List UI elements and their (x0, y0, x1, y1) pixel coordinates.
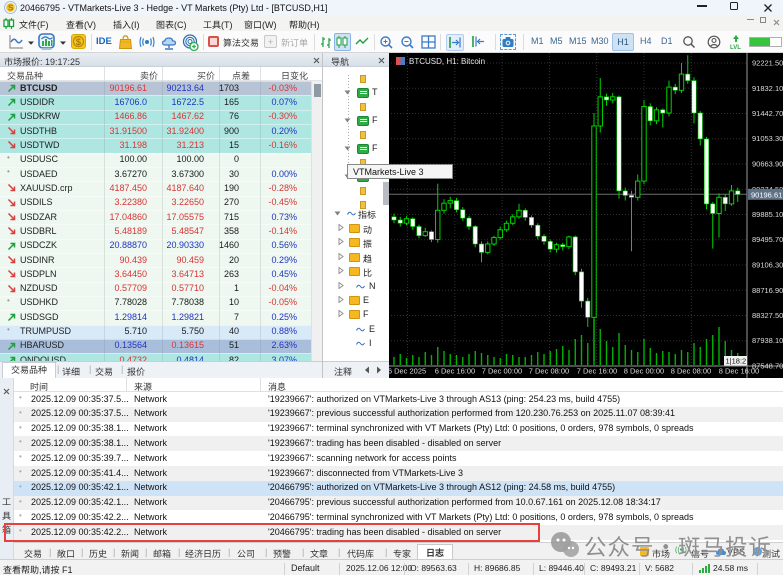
svg-text:88716.90: 88716.90 (752, 286, 783, 295)
svg-text:91442.70: 91442.70 (752, 109, 783, 118)
svg-text:1|18:2: 1|18:2 (726, 357, 747, 366)
svg-text:8 Dec 16:00: 8 Dec 16:00 (719, 367, 759, 376)
svg-text:8 Dec 00:00: 8 Dec 00:00 (624, 367, 664, 376)
svg-text:7 Dec 00:00: 7 Dec 00:00 (482, 367, 522, 376)
svg-text:91053.30: 91053.30 (752, 134, 783, 143)
svg-text:90663.90: 90663.90 (752, 160, 783, 169)
svg-text:8 Dec 08:00: 8 Dec 08:00 (671, 367, 711, 376)
svg-text:BTCUSD, H1: Bitcoin: BTCUSD, H1: Bitcoin (409, 57, 485, 66)
svg-text:S: S (8, 4, 14, 13)
svg-text:$: $ (76, 37, 82, 48)
svg-text:7 Dec 16:00: 7 Dec 16:00 (577, 367, 617, 376)
svg-text:92221.50: 92221.50 (752, 59, 783, 68)
svg-text:6 Dec 2025: 6 Dec 2025 (389, 367, 426, 376)
svg-text:89495.70: 89495.70 (752, 235, 783, 244)
svg-text:88327.50: 88327.50 (752, 311, 783, 320)
svg-text:89106.30: 89106.30 (752, 261, 783, 270)
svg-text:89885.10: 89885.10 (752, 210, 783, 219)
svg-text:90196.61: 90196.61 (751, 190, 782, 199)
svg-text:87938.10: 87938.10 (752, 336, 783, 345)
svg-text:7 Dec 08:00: 7 Dec 08:00 (529, 367, 569, 376)
svg-text:91832.10: 91832.10 (752, 84, 783, 93)
svg-text:6 Dec 16:00: 6 Dec 16:00 (435, 367, 475, 376)
svg-text:LVL: LVL (730, 45, 741, 50)
